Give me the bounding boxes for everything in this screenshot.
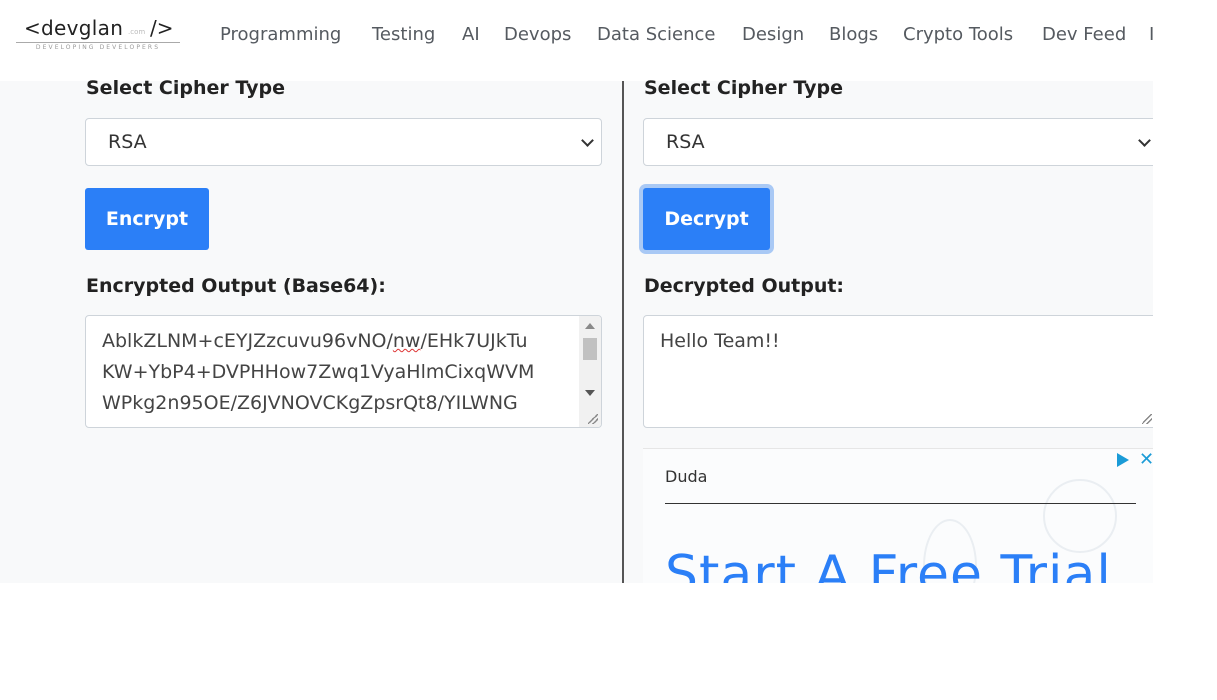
logo-tagline: DEVELOPING DEVELOPERS bbox=[16, 42, 180, 51]
nav-item-crypto-tools[interactable]: Crypto Tools bbox=[903, 24, 1013, 45]
ad-brand-name: Duda bbox=[665, 467, 708, 486]
encrypted-output-textarea[interactable]: AblkZLNM+cEYJZzcuvu96vNO/nw/EHk7UJkTu KW… bbox=[85, 315, 602, 428]
decrypt-cipher-label: Select Cipher Type bbox=[644, 77, 843, 99]
decrypt-cipher-select[interactable]: RSA bbox=[643, 118, 1153, 166]
site-logo[interactable]: <devglan .com /> DEVELOPING DEVELOPERS bbox=[16, 14, 182, 56]
chevron-down-icon bbox=[581, 134, 594, 147]
decrypt-button[interactable]: Decrypt bbox=[643, 188, 770, 250]
ad-divider bbox=[665, 503, 1136, 504]
encrypted-output-label: Encrypted Output (Base64): bbox=[86, 275, 386, 297]
advertisement[interactable]: Duda ✕ Start A Free Trial bbox=[643, 448, 1153, 583]
encrypted-line-3: WPkg2n95OE/Z6JVNOVCKgZpsrQt8/YILWNG bbox=[102, 392, 518, 414]
encrypted-line-2: KW+YbP4+DVPHHow7Zwq1VyaHlmCixqWVM bbox=[102, 361, 535, 383]
decrypted-output-label: Decrypted Output: bbox=[644, 275, 845, 297]
nav-item-ai[interactable]: AI bbox=[462, 24, 480, 45]
scroll-down-arrow-icon[interactable] bbox=[585, 390, 595, 396]
decrypted-output-textarea[interactable]: Hello Team!! bbox=[643, 315, 1153, 428]
nav-item-testing[interactable]: Testing bbox=[372, 24, 435, 45]
ad-choices-icon[interactable] bbox=[1117, 453, 1129, 467]
logo-tld: .com bbox=[128, 28, 146, 36]
nav-item-truncated[interactable]: I bbox=[1149, 24, 1153, 45]
nav-item-devops[interactable]: Devops bbox=[504, 24, 571, 45]
nav-item-design[interactable]: Design bbox=[742, 24, 804, 45]
chevron-down-icon bbox=[1138, 134, 1151, 147]
site-header: <devglan .com /> DEVELOPING DEVELOPERS P… bbox=[0, 0, 1153, 81]
encrypt-cipher-select[interactable]: RSA bbox=[85, 118, 602, 166]
nav-item-programming[interactable]: Programming bbox=[220, 24, 341, 45]
encrypted-line-1c: /EHk7UJkTu bbox=[420, 330, 528, 352]
ad-headline[interactable]: Start A Free Trial bbox=[665, 545, 1112, 583]
scroll-thumb[interactable] bbox=[583, 338, 597, 360]
encrypted-line-1b: nw bbox=[392, 330, 421, 352]
resize-handle-icon[interactable] bbox=[1142, 414, 1152, 424]
nav-item-blogs[interactable]: Blogs bbox=[829, 24, 878, 45]
textarea-scrollbar[interactable] bbox=[579, 316, 601, 427]
encrypted-line-1a: AblkZLNM+cEYJZzcuvu96vNO/ bbox=[102, 330, 393, 352]
ad-decoration-circle bbox=[1043, 479, 1117, 553]
encrypt-cipher-label: Select Cipher Type bbox=[86, 77, 285, 99]
encrypt-button[interactable]: Encrypt bbox=[85, 188, 209, 250]
nav-item-dev-feed[interactable]: Dev Feed bbox=[1042, 24, 1126, 45]
close-icon[interactable]: ✕ bbox=[1139, 449, 1153, 470]
resize-handle-icon[interactable] bbox=[588, 414, 598, 424]
decrypted-output-text: Hello Team!! bbox=[660, 330, 780, 352]
scroll-up-arrow-icon[interactable] bbox=[585, 323, 595, 329]
nav-item-data-science[interactable]: Data Science bbox=[597, 24, 715, 45]
page-viewport: <devglan .com /> DEVELOPING DEVELOPERS P… bbox=[0, 0, 1153, 583]
panel-divider bbox=[622, 81, 624, 583]
logo-close-tag: /> bbox=[150, 16, 174, 40]
decrypt-cipher-value: RSA bbox=[666, 131, 705, 153]
encrypt-cipher-value: RSA bbox=[108, 131, 147, 153]
encrypted-output-text: AblkZLNM+cEYJZzcuvu96vNO/nw/EHk7UJkTu KW… bbox=[102, 326, 562, 419]
logo-text: <devglan bbox=[24, 16, 124, 40]
